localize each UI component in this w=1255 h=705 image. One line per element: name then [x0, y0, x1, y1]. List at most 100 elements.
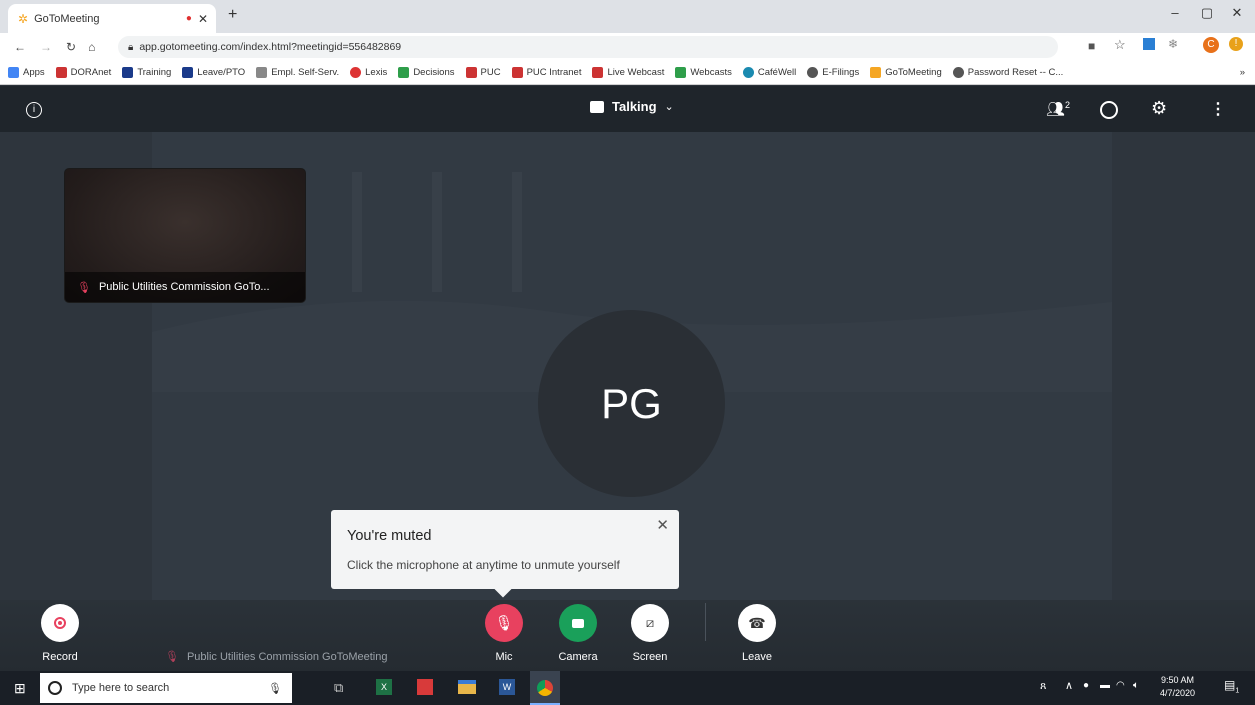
- microphone-icon[interactable]: 🎙︎: [268, 682, 282, 695]
- speaker-initials: PG: [601, 379, 662, 427]
- people-tray-icon[interactable]: ጸ: [1040, 680, 1046, 693]
- clock-time: 9:50 AM: [1161, 675, 1195, 685]
- self-video-tile[interactable]: 🎙︎ Public Utilities Commission GoTo...: [64, 168, 306, 303]
- minimize-button[interactable]: –: [1160, 5, 1190, 25]
- attendee-name: Public Utilities Commission GoToMeeting: [186, 650, 388, 663]
- camera-label: Camera: [558, 651, 598, 663]
- info-icon[interactable]: i: [26, 102, 42, 118]
- chrome-icon: [537, 680, 553, 696]
- gotomeeting-favicon-icon: ✲: [18, 11, 29, 26]
- screen-share-button[interactable]: ⧄ Screen: [620, 604, 680, 663]
- bookmark-item[interactable]: E-Filings: [807, 67, 859, 78]
- meeting-title-dropdown[interactable]: Talking ⌄: [590, 99, 674, 114]
- screen-label: Screen: [632, 651, 668, 663]
- bookmark-item[interactable]: PUC Intranet: [511, 67, 581, 78]
- new-tab-button[interactable]: +: [228, 6, 237, 24]
- control-divider: [705, 603, 706, 641]
- tab-title: GoToMeeting: [34, 12, 100, 25]
- bookmark-item[interactable]: Decisions: [398, 67, 455, 78]
- bookmark-star-icon[interactable]: ☆: [1114, 37, 1126, 53]
- mic-label: Mic: [495, 651, 513, 663]
- maximize-button[interactable]: ▢: [1192, 5, 1222, 25]
- bookmark-item[interactable]: Apps: [8, 67, 45, 78]
- participant-count: 2: [1065, 100, 1071, 110]
- meeting-title: Talking: [612, 99, 657, 114]
- update-alert-icon[interactable]: !: [1229, 37, 1243, 51]
- toast-message: Click the microphone at anytime to unmut…: [347, 558, 620, 572]
- record-button[interactable]: Record: [30, 604, 90, 663]
- word-icon[interactable]: W: [499, 679, 515, 695]
- participants-button[interactable]: 👥︎2: [1046, 100, 1070, 118]
- bookmark-item[interactable]: CaféWell: [742, 67, 796, 78]
- chrome-taskbar-item[interactable]: [530, 671, 560, 705]
- tray-app-icon[interactable]: ●: [1083, 680, 1089, 691]
- camera-icon: [559, 604, 597, 642]
- self-video-name: Public Utilities Commission GoTo...: [98, 281, 270, 293]
- file-explorer-icon[interactable]: [458, 680, 476, 694]
- url-field[interactable]: 🔒︎ app.gotomeeting.com/index.html?meetin…: [118, 36, 1058, 58]
- show-hidden-icons[interactable]: ∧: [1065, 679, 1073, 692]
- url-text: app.gotomeeting.com/index.html?meetingid…: [139, 41, 402, 53]
- screen-share-icon: ⧄: [631, 604, 669, 642]
- lock-icon: 🔒︎: [128, 41, 134, 53]
- windows-start-icon[interactable]: ⊞: [14, 680, 26, 697]
- bookmark-item[interactable]: Leave/PTO: [182, 67, 245, 78]
- bookmark-item[interactable]: GoToMeeting: [870, 67, 942, 78]
- notification-count: 1: [1235, 687, 1240, 695]
- close-window-button[interactable]: ✕: [1222, 5, 1252, 25]
- bookmark-item[interactable]: Password Reset -- C...: [952, 67, 1063, 78]
- leave-label: Leave: [742, 651, 772, 663]
- action-center-icon[interactable]: ▤1: [1224, 678, 1240, 694]
- muted-notification: You're muted Click the microphone at any…: [331, 510, 679, 598]
- toast-title: You're muted: [347, 528, 432, 544]
- taskbar-search-field[interactable]: Type here to search 🎙︎: [40, 673, 292, 703]
- home-icon[interactable]: ⌂: [88, 40, 95, 54]
- recording-indicator-icon: ●: [185, 13, 192, 24]
- mic-muted-icon: 🎙︎: [165, 651, 179, 663]
- bookmark-item[interactable]: Empl. Self-Serv.: [256, 67, 339, 78]
- toast-close-icon[interactable]: ✕: [656, 516, 669, 534]
- clock-date: 4/7/2020: [1160, 688, 1196, 698]
- camera-in-use-icon[interactable]: ■: [1088, 39, 1095, 53]
- chat-icon[interactable]: [1100, 101, 1118, 119]
- bookmark-item[interactable]: Lexis: [350, 67, 387, 78]
- tab-close-icon[interactable]: ✕: [198, 12, 208, 26]
- active-speaker-avatar: PG: [538, 310, 725, 497]
- excel-icon[interactable]: X: [376, 679, 392, 695]
- mic-button[interactable]: 🎙︎ Mic: [474, 604, 534, 663]
- self-video-label-bar: 🎙︎ Public Utilities Commission GoTo...: [65, 272, 305, 302]
- volume-icon[interactable]: 🔈︎: [1133, 680, 1139, 691]
- bookmark-item[interactable]: Live Webcast: [592, 67, 664, 78]
- settings-gear-icon[interactable]: ⚙: [1151, 98, 1167, 119]
- wifi-icon[interactable]: ◠: [1116, 680, 1125, 691]
- back-icon[interactable]: ←: [14, 40, 26, 54]
- bookmarks-bar: Apps DORAnet Training Leave/PTO Empl. Se…: [0, 61, 1255, 85]
- search-placeholder: Type here to search: [72, 682, 170, 694]
- bookmark-item[interactable]: Training: [122, 67, 171, 78]
- attendee-label: 🎙︎ Public Utilities Commission GoToMeeti…: [165, 650, 388, 664]
- battery-icon[interactable]: ▬: [1100, 680, 1110, 691]
- record-label: Record: [42, 651, 78, 663]
- browser-tab[interactable]: ✲ GoToMeeting ● ✕: [8, 4, 216, 33]
- extension-snowflake-icon[interactable]: ❄: [1168, 37, 1178, 51]
- extension-icon[interactable]: [1143, 38, 1155, 50]
- profile-avatar[interactable]: C: [1203, 37, 1219, 53]
- mic-muted-icon: 🎙︎: [485, 604, 523, 642]
- clock[interactable]: 9:50 AM 4/7/2020: [1160, 674, 1195, 700]
- bookmark-item[interactable]: Webcasts: [675, 67, 732, 78]
- acrobat-icon[interactable]: [417, 679, 433, 695]
- more-options-icon[interactable]: ⋮: [1210, 99, 1226, 119]
- forward-icon[interactable]: →: [40, 40, 52, 54]
- reload-icon[interactable]: ↻: [66, 40, 76, 54]
- record-icon: [41, 604, 79, 642]
- task-view-icon[interactable]: ⧉: [334, 680, 343, 696]
- mic-muted-icon: 🎙︎: [77, 281, 91, 294]
- cortana-icon: [48, 681, 62, 695]
- bookmark-item[interactable]: DORAnet: [55, 67, 111, 78]
- camera-button[interactable]: Camera: [548, 604, 608, 663]
- more-bookmarks-icon[interactable]: »: [1240, 67, 1245, 78]
- people-icon: 👥︎: [1046, 101, 1066, 118]
- bookmark-item[interactable]: PUC: [465, 67, 501, 78]
- hang-up-icon: ☎: [738, 604, 776, 642]
- leave-button[interactable]: ☎ Leave: [727, 604, 787, 663]
